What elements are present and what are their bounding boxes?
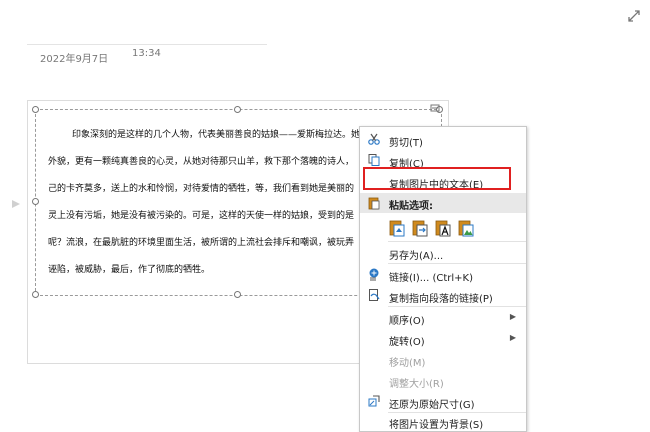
title-underline bbox=[27, 44, 267, 45]
submenu-arrow-icon: ▶ bbox=[509, 333, 516, 342]
resize-handle-middle-left[interactable] bbox=[32, 198, 39, 205]
menu-item-order[interactable]: 顺序(O) ▶ bbox=[360, 307, 526, 328]
keep-source-formatting-icon[interactable] bbox=[387, 218, 407, 238]
menu-item-label: 移动(M) bbox=[389, 358, 426, 369]
text-line: 诬陷，被威胁，最后，作了彻底的牺牲。 bbox=[48, 265, 211, 275]
merge-formatting-icon[interactable] bbox=[410, 218, 430, 238]
page-time: 13:34 bbox=[132, 48, 161, 59]
highlight-box bbox=[363, 167, 511, 190]
menu-item-label: 旋转(O) bbox=[389, 337, 425, 348]
menu-item-label: 另存为(A)... bbox=[389, 251, 444, 262]
menu-item-link[interactable]: 链接(I)... (Ctrl+K) bbox=[360, 264, 526, 285]
menu-item-label: 将图片设置为背景(S) bbox=[389, 420, 484, 431]
restore-size-icon bbox=[368, 395, 380, 407]
menu-item-restore-original-size[interactable]: 还原为原始尺寸(G) bbox=[360, 391, 526, 412]
menu-item-cut[interactable]: 剪切(T) bbox=[360, 129, 526, 150]
scissors-icon bbox=[368, 133, 380, 145]
page-date: 2022年9月7日 bbox=[40, 54, 109, 65]
link-icon bbox=[369, 268, 379, 281]
text-line: 己的卡齐莫多，送上的水和怜悯，对待爱情的牺牲，等，我们看到她是美丽的 bbox=[48, 184, 355, 194]
resize-handle-top-center[interactable] bbox=[234, 106, 241, 113]
text-line: 外貌，更有一颗纯真善良的心灵，从她对待那只山羊，救下那个落魄的诗人， bbox=[48, 157, 355, 167]
clipboard-icon bbox=[368, 197, 380, 210]
menu-item-label: 剪切(T) bbox=[389, 138, 423, 149]
menu-item-label: 调整大小(R) bbox=[389, 379, 444, 390]
menu-item-move: 移动(M) bbox=[360, 349, 526, 370]
expand-icon[interactable] bbox=[627, 9, 641, 23]
menu-item-save-as[interactable]: 另存为(A)... bbox=[360, 242, 526, 263]
paste-options-label: 粘贴选项: bbox=[389, 201, 433, 212]
menu-item-set-as-background[interactable]: 将图片设置为背景(S) bbox=[360, 411, 526, 432]
image-text-content: 印象深刻的是这样的几个人物，代表美丽善良的姑娘——爱斯梅拉达。她 外貌，更有一颗… bbox=[48, 122, 378, 284]
copy-icon bbox=[368, 154, 380, 166]
text-line: 灵上没有污垢，她是没有被污染的。可是，这样的天使一样的姑娘，受到的是 bbox=[48, 211, 355, 221]
menu-item-rotate[interactable]: 旋转(O) ▶ bbox=[360, 328, 526, 349]
copy-link-icon bbox=[369, 289, 380, 301]
text-line: 印象深刻的是这样的几个人物，代表美丽善良的姑娘——爱斯梅拉达。她 bbox=[72, 130, 361, 140]
resize-handle-bottom-center[interactable] bbox=[234, 291, 241, 298]
text-line: 呢？流浪，在最肮脏的环境里面生活，被所谓的上流社会排斥和嘲讽，被玩弄 bbox=[48, 238, 355, 248]
menu-item-copy-link-to-paragraph[interactable]: 复制指向段落的链接(P) bbox=[360, 285, 526, 306]
paste-as-picture-icon[interactable] bbox=[456, 218, 476, 238]
menu-item-label: 顺序(O) bbox=[389, 316, 425, 327]
submenu-arrow-icon: ▶ bbox=[509, 312, 516, 321]
menu-item-label: 复制指向段落的链接(P) bbox=[389, 294, 493, 305]
resize-handle-top-left[interactable] bbox=[32, 106, 39, 113]
paste-options-header: 粘贴选项: bbox=[360, 193, 526, 213]
layout-options-icon[interactable] bbox=[430, 103, 440, 113]
keep-text-only-icon[interactable] bbox=[433, 218, 453, 238]
menu-item-label: 还原为原始尺寸(G) bbox=[389, 400, 475, 411]
paragraph-marker bbox=[12, 200, 20, 208]
menu-item-resize: 调整大小(R) bbox=[360, 370, 526, 391]
menu-item-label: 链接(I)... (Ctrl+K) bbox=[389, 273, 473, 284]
resize-handle-bottom-left[interactable] bbox=[32, 291, 39, 298]
